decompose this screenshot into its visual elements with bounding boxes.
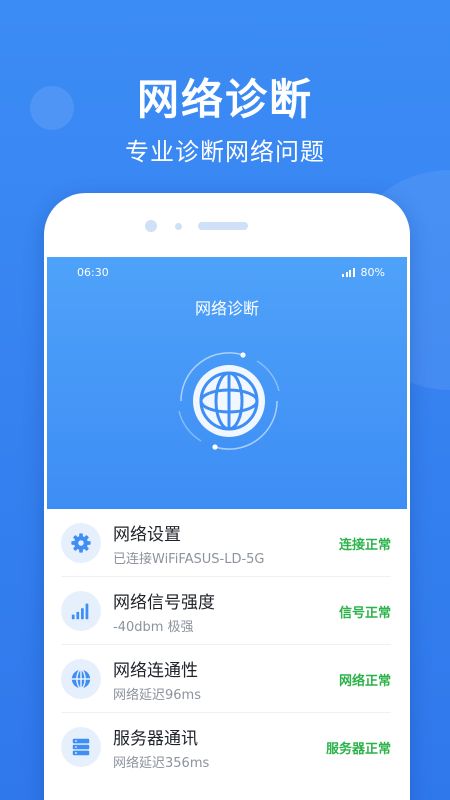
status-badge: 连接正常 bbox=[338, 538, 391, 553]
item-title: 服务器通讯 bbox=[113, 729, 198, 749]
item-title: 网络信号强度 bbox=[113, 593, 215, 613]
globe-icon bbox=[61, 659, 101, 699]
screen-title: 网络诊断 bbox=[194, 299, 259, 318]
list-item-signal-strength[interactable]: 网络信号强度 -40dbm 极强 信号正常 bbox=[47, 577, 407, 645]
item-subtitle: -40dbm 极强 bbox=[113, 620, 194, 635]
speaker-icon bbox=[198, 222, 248, 230]
item-title: 网络连通性 bbox=[113, 661, 198, 681]
list-item-connectivity[interactable]: 网络连通性 网络延迟96ms 网络正常 bbox=[47, 645, 407, 713]
diagnosis-list: 网络设置 已连接WiFiFASUS-LD-5G 连接正常 网络信号强度 -40d… bbox=[47, 509, 407, 800]
phone-screen: 06:30 80% 网络诊断 网络设置 已连接WiFiFASUS-LD-5G 连… bbox=[47, 257, 407, 800]
camera-icon bbox=[145, 220, 157, 232]
item-subtitle: 网络延迟356ms bbox=[113, 756, 210, 771]
server-icon bbox=[61, 727, 101, 767]
status-right: 80% bbox=[342, 266, 385, 279]
globe-icon bbox=[178, 352, 280, 450]
item-subtitle: 网络延迟96ms bbox=[113, 688, 201, 703]
phone-mockup: 06:30 80% 网络诊断 网络设置 已连接WiFiFASUS-LD-5G 连… bbox=[44, 193, 410, 800]
item-title: 网络设置 bbox=[113, 525, 181, 545]
promo-title: 网络诊断 bbox=[136, 75, 313, 124]
sensor-icon bbox=[175, 223, 182, 230]
phone-notch bbox=[44, 220, 410, 232]
status-badge: 服务器正常 bbox=[325, 742, 391, 757]
status-bar: 06:30 80% bbox=[77, 266, 385, 280]
list-item-server[interactable]: 服务器通讯 网络延迟356ms 服务器正常 bbox=[47, 713, 407, 781]
battery-level: 80% bbox=[360, 266, 385, 279]
gear-icon bbox=[61, 523, 101, 563]
status-badge: 网络正常 bbox=[338, 674, 391, 689]
cell-signal-icon bbox=[342, 268, 355, 277]
item-subtitle: 已连接WiFiFASUS-LD-5G bbox=[113, 552, 265, 567]
promo-subtitle: 专业诊断网络问题 bbox=[125, 138, 325, 166]
signal-bars-icon bbox=[61, 591, 101, 631]
diagnosis-header: 06:30 80% 网络诊断 bbox=[47, 257, 407, 509]
list-item-network-settings[interactable]: 网络设置 已连接WiFiFASUS-LD-5G 连接正常 bbox=[47, 509, 407, 577]
status-badge: 信号正常 bbox=[338, 606, 391, 621]
status-time: 06:30 bbox=[77, 266, 109, 279]
